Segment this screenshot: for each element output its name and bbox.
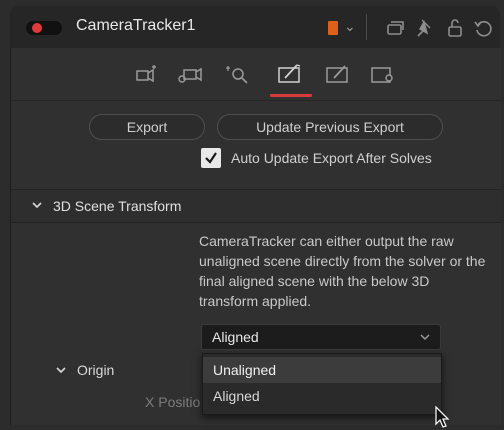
auto-update-label: Auto Update Export After Solves: [231, 150, 432, 166]
select-value: Aligned: [212, 329, 259, 345]
inspector-panel: Export Update Previous Export Auto Updat…: [10, 48, 501, 428]
camera-tab-icon[interactable]: [176, 62, 206, 86]
origin-label: Origin: [77, 362, 115, 378]
chevron-down-icon: [420, 334, 430, 341]
enabled-indicator-icon: [32, 23, 42, 33]
section-origin[interactable]: Origin: [55, 360, 114, 380]
node-color-swatch[interactable]: [328, 21, 338, 35]
settings-tab-icon[interactable]: [368, 62, 398, 86]
lock-icon[interactable]: [444, 17, 466, 39]
auto-update-checkbox[interactable]: [201, 148, 221, 168]
checkmark-icon: [205, 152, 217, 164]
reset-icon[interactable]: [472, 17, 494, 39]
dropdown-option-unaligned[interactable]: Unaligned: [203, 357, 441, 383]
active-tab-indicator: [270, 94, 312, 97]
track-tab-icon[interactable]: [131, 62, 161, 86]
pin-icon[interactable]: [414, 17, 436, 39]
section-3d-scene-transform[interactable]: 3D Scene Transform: [11, 189, 501, 223]
export-tab-icon[interactable]: [275, 62, 305, 86]
solve-tab-icon[interactable]: [223, 62, 253, 86]
chevron-down-icon: [56, 367, 66, 374]
scene-output-select[interactable]: Aligned: [201, 324, 441, 350]
dropdown-option-aligned[interactable]: Aligned: [203, 383, 441, 409]
scene-transform-description: CameraTracker can either output the raw …: [199, 233, 486, 309]
header-divider: [366, 14, 367, 40]
window-icon[interactable]: [384, 17, 406, 39]
tab-divider: [11, 100, 501, 101]
node-header: CameraTracker1 ⌄: [10, 6, 500, 48]
chevron-down-icon[interactable]: ⌄: [344, 18, 356, 35]
export-button[interactable]: Export: [89, 114, 205, 140]
tab-bar: [11, 48, 501, 100]
auto-update-row[interactable]: Auto Update Export After Solves: [201, 146, 432, 170]
update-previous-export-button[interactable]: Update Previous Export: [217, 114, 443, 140]
x-position-label: X Positio: [145, 394, 201, 410]
mouse-pointer-icon: [435, 406, 450, 428]
section-title: 3D Scene Transform: [53, 198, 182, 214]
node-title: CameraTracker1: [76, 17, 196, 34]
options-tab-icon[interactable]: [323, 62, 353, 86]
scene-output-dropdown-menu: Unaligned Aligned: [202, 353, 442, 415]
chevron-down-icon: [32, 202, 42, 209]
node-enable-toggle[interactable]: [26, 21, 62, 35]
